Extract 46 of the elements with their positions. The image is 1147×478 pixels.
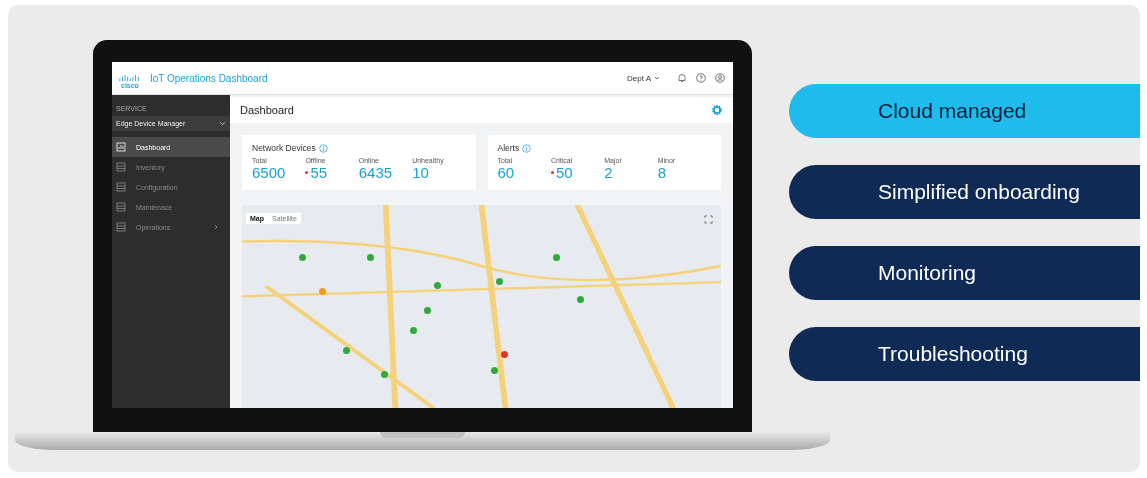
nav-icon <box>116 202 126 212</box>
stat-value: 6435 <box>358 164 393 181</box>
map-marker-icon[interactable] <box>409 326 417 334</box>
map-marker-icon[interactable] <box>318 288 326 296</box>
map-marker-icon[interactable] <box>299 253 307 261</box>
stat-value: 55 <box>310 164 328 181</box>
map-marker-icon[interactable] <box>577 296 585 304</box>
caret-icon <box>654 76 660 80</box>
fullscreen-icon[interactable] <box>704 215 713 224</box>
map-marker-icon[interactable] <box>424 306 431 314</box>
map-marker-icon[interactable] <box>491 367 499 375</box>
settings-icon[interactable] <box>711 104 723 116</box>
info-icon[interactable] <box>522 143 532 153</box>
nav-icon <box>116 222 126 232</box>
bell-icon[interactable] <box>677 73 687 83</box>
card-title: Network Devices <box>252 143 316 153</box>
department-dropdown[interactable]: Dept A <box>627 73 660 83</box>
map-marker-icon[interactable] <box>553 253 561 261</box>
stat-value: 50 <box>555 164 573 181</box>
stat-value: 10 <box>412 164 429 181</box>
user-icon[interactable] <box>715 73 725 83</box>
map-marker-icon[interactable] <box>500 351 508 359</box>
stat-value: 60 <box>497 164 515 181</box>
nav-icon <box>116 142 126 152</box>
feature-pill: Monitoring <box>789 246 1140 300</box>
stat-value: 8 <box>657 164 666 181</box>
app-title: IoT Operations Dashboard <box>149 72 268 84</box>
stat-value: 6500 <box>252 164 286 181</box>
map-marker-icon[interactable] <box>342 347 350 355</box>
caret-icon <box>219 121 226 126</box>
cisco-logo-icon <box>118 74 140 82</box>
nav-icon <box>116 182 126 192</box>
feature-pill: Simplified onboarding <box>789 165 1140 219</box>
map-marker-icon[interactable] <box>433 282 441 290</box>
chevron-icon <box>214 224 218 230</box>
card-title: Alerts <box>497 143 520 153</box>
help-icon[interactable] <box>696 73 706 83</box>
feature-pill: Troubleshooting <box>789 327 1140 381</box>
page-title: Dashboard <box>240 104 294 116</box>
map-marker-icon[interactable] <box>495 278 503 286</box>
map-marker-icon[interactable] <box>366 253 374 261</box>
feature-pill: Cloud managed <box>789 84 1140 138</box>
stat-value: 2 <box>604 164 613 181</box>
map-marker-icon[interactable] <box>380 371 388 379</box>
info-icon[interactable] <box>318 143 328 153</box>
nav-icon <box>116 162 126 172</box>
